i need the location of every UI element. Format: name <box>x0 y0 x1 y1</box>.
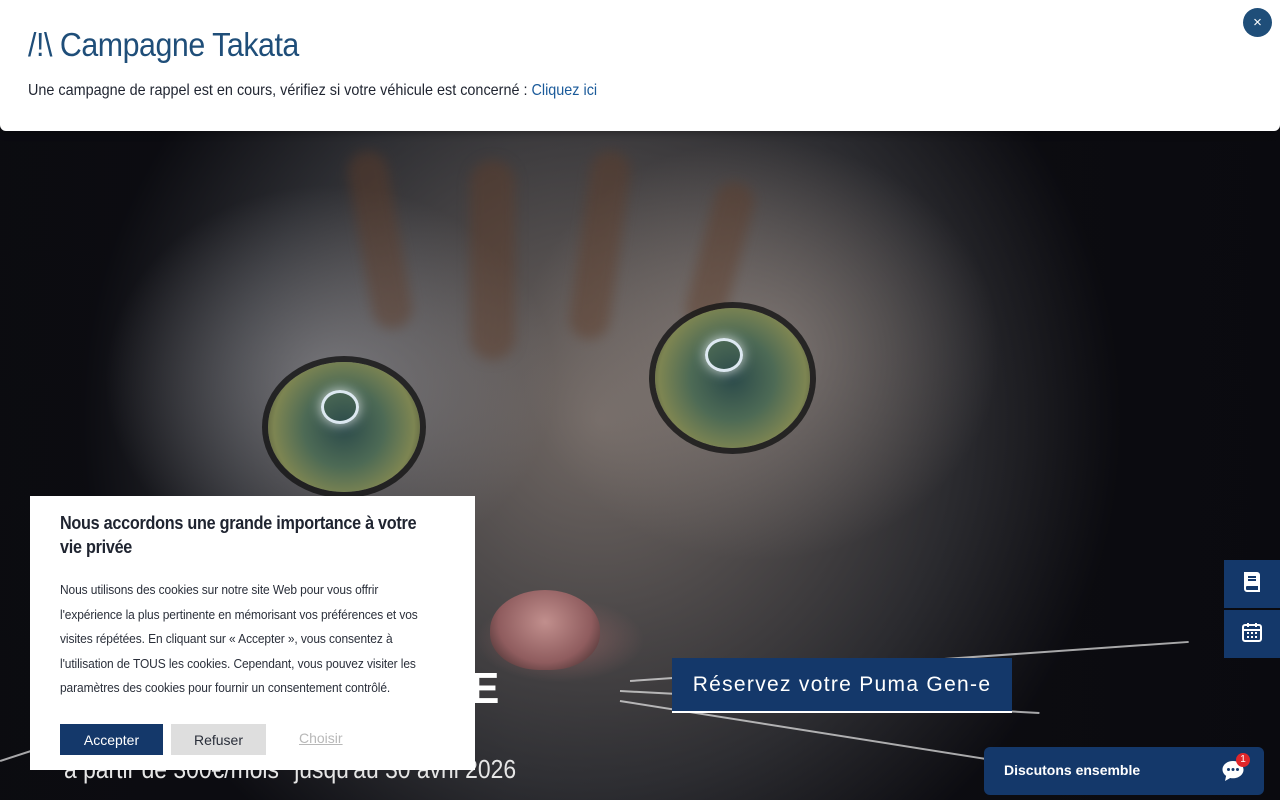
cat-eye-left <box>268 362 420 492</box>
banner-title: /!\ Campagne Takata <box>28 26 299 63</box>
close-banner-button[interactable]: × <box>1243 8 1272 37</box>
cat-nose <box>490 590 600 670</box>
cookie-consent-dialog: Nous accordons une grande importance à v… <box>30 496 475 770</box>
side-appointment-button[interactable] <box>1224 610 1280 658</box>
recall-banner: /!\ Campagne Takata Une campagne de rapp… <box>0 0 1280 131</box>
banner-message: Une campagne de rappel est en cours, vér… <box>28 82 597 100</box>
chat-notification-badge: 1 <box>1236 753 1250 767</box>
chat-widget-button[interactable]: Discutons ensemble 1 <box>984 747 1264 795</box>
reserve-puma-button[interactable]: Réservez votre Puma Gen-e <box>672 658 1012 713</box>
calendar-icon <box>1240 620 1264 649</box>
accept-cookies-button[interactable]: Accepter <box>60 724 163 755</box>
close-icon: × <box>1253 14 1262 31</box>
cookie-title: Nous accordons une grande importance à v… <box>60 513 417 557</box>
cat-eye-right <box>655 308 810 448</box>
banner-link[interactable]: Cliquez ici <box>531 82 597 99</box>
banner-message-text: Une campagne de rappel est en cours, vér… <box>28 82 532 99</box>
chat-label: Discutons ensemble <box>1004 762 1141 778</box>
choose-cookies-link[interactable]: Choisir <box>299 730 343 746</box>
book-icon <box>1240 570 1264 599</box>
refuse-cookies-button[interactable]: Refuser <box>171 724 266 755</box>
side-brochure-button[interactable] <box>1224 560 1280 608</box>
cookie-body-text: Nous utilisons des cookies sur notre sit… <box>60 582 418 695</box>
